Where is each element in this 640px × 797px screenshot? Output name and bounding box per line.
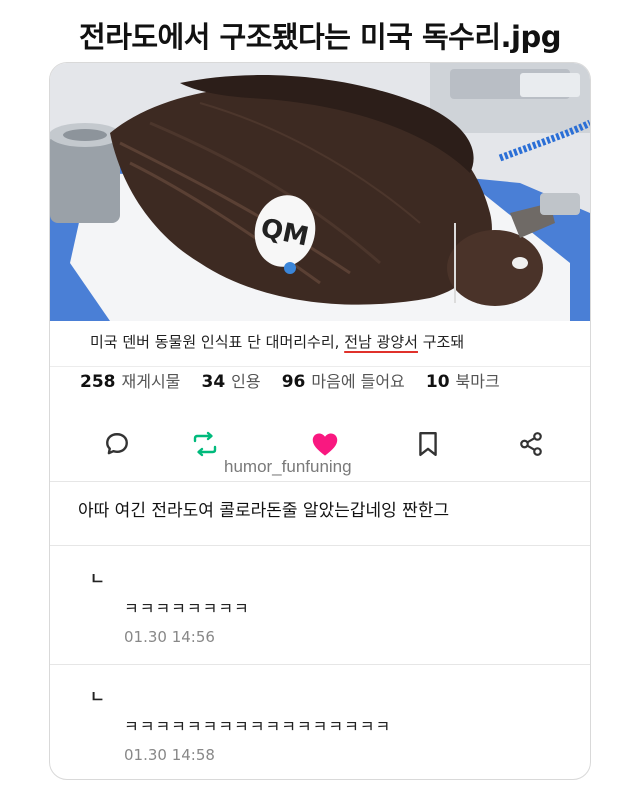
reply-item: ㄴ ㅋㅋㅋㅋㅋㅋㅋㅋ 01.30 14:56 [50, 553, 590, 663]
heart-icon [312, 433, 338, 456]
like-button[interactable] [310, 429, 340, 459]
divider [50, 545, 590, 546]
reposts-label: 재게시물 [121, 372, 181, 391]
speech-bubble-icon [106, 433, 128, 455]
eagle-photo[interactable]: QM [50, 63, 590, 321]
post-title: 전라도에서 구조됐다는 미국 독수리.jpg [79, 20, 561, 54]
engagement-stats: 258 재게시물 34 인용 96 마음에 들어요 10 북마크 [80, 368, 516, 394]
reposts-stat[interactable]: 258 재게시물 [80, 372, 181, 392]
share-button[interactable] [516, 429, 546, 459]
divider [50, 481, 590, 482]
bookmarks-count: 10 [425, 372, 450, 392]
repost-arrows-icon [193, 431, 217, 457]
repost-button[interactable] [190, 429, 220, 459]
caption-text-after: 구조돼 [417, 333, 465, 351]
likes-stat[interactable]: 96 마음에 들어요 [281, 372, 405, 392]
comment-text: 아따 여긴 전라도여 콜로라돈줄 알았는갑네잉 짠한그 [78, 501, 450, 521]
news-caption: 미국 덴버 동물원 인식표 단 대머리수리, 전남 광양서 구조돼 [90, 331, 464, 352]
reply-indent-mark: ㄴ [90, 687, 105, 706]
reply-item: ㄴ ㅋㅋㅋㅋㅋㅋㅋㅋㅋㅋㅋㅋㅋㅋㅋㅋㅋ 01.30 14:58 [50, 671, 590, 779]
reposts-count: 258 [80, 372, 116, 392]
reply-timestamp: 01.30 14:56 [124, 628, 215, 646]
bookmark-icon [419, 431, 437, 457]
bookmarks-label: 북마크 [455, 372, 500, 391]
news-caption-strip: 미국 덴버 동물원 인식표 단 대머리수리, 전남 광양서 구조돼 [50, 321, 590, 367]
reply-timestamp: 01.30 14:58 [124, 746, 215, 764]
eagle-photo-illustration: QM [50, 63, 590, 321]
quotes-stat[interactable]: 34 인용 [201, 372, 261, 392]
tweet-card: QM 미국 덴버 동물원 인식표 단 대머리수리, 전남 광양서 구조돼 258… [49, 62, 591, 780]
reply-indent-mark: ㄴ [90, 569, 105, 588]
divider [50, 664, 590, 665]
bookmark-button[interactable] [413, 429, 443, 459]
caption-highlight: 전남 광양서 [344, 333, 418, 351]
quotes-label: 인용 [231, 372, 261, 391]
reply-button[interactable] [102, 429, 132, 459]
caption-text-before: 미국 덴버 동물원 인식표 단 대머리수리, [90, 333, 345, 351]
likes-count: 96 [281, 372, 306, 392]
watermark: humor_funfuning [224, 457, 352, 476]
share-icon [520, 432, 542, 456]
quotes-count: 34 [201, 372, 226, 392]
reply-text: ㅋㅋㅋㅋㅋㅋㅋㅋ [124, 599, 250, 618]
bookmarks-stat[interactable]: 10 북마크 [425, 372, 500, 392]
likes-label: 마음에 들어요 [311, 372, 405, 391]
reply-text: ㅋㅋㅋㅋㅋㅋㅋㅋㅋㅋㅋㅋㅋㅋㅋㅋㅋ [124, 717, 392, 736]
